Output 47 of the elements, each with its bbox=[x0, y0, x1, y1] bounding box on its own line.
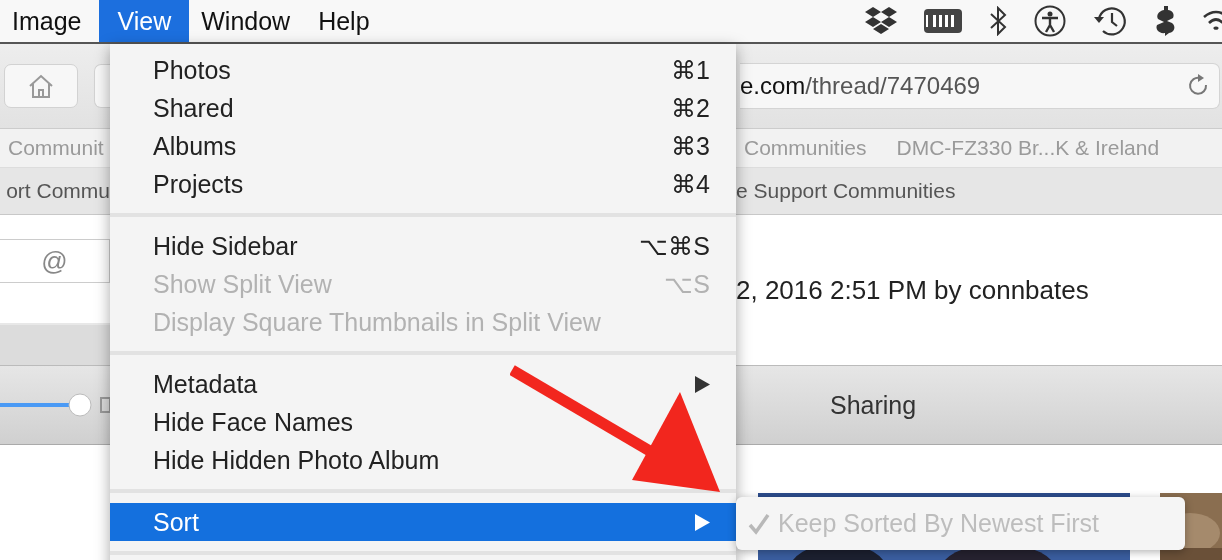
submenu-arrow-icon bbox=[695, 513, 710, 531]
shortcut-text: ⌘2 bbox=[671, 93, 710, 123]
menu-item-label: Photos bbox=[153, 55, 232, 85]
battery-icon[interactable] bbox=[924, 9, 962, 33]
address-field[interactable]: e.com/thread/7470469 bbox=[740, 63, 1220, 109]
submenu-arrow-icon bbox=[695, 375, 710, 393]
menu-item[interactable]: Sort bbox=[110, 503, 736, 541]
shortcut-text: ⌥⌘S bbox=[639, 231, 710, 261]
menu-item[interactable]: Albums ⌘3 bbox=[110, 127, 736, 165]
shortcut-text: ⌘1 bbox=[671, 55, 710, 85]
menu-item[interactable]: Hide Sidebar ⌥⌘S bbox=[110, 227, 736, 265]
diamond-boxes-icon[interactable] bbox=[864, 6, 898, 36]
menu-title[interactable]: View bbox=[99, 0, 190, 42]
menu-title[interactable]: Image bbox=[0, 0, 100, 42]
menu-item-label: Metadata bbox=[153, 369, 259, 399]
menu-item-label: Display Square Thumbnails in Split View bbox=[153, 307, 602, 337]
section-tab[interactable]: Sharing bbox=[830, 390, 917, 420]
bluetooth-icon[interactable] bbox=[988, 6, 1008, 36]
browser-tab[interactable]: e Support Communities bbox=[736, 179, 956, 203]
menu-item-label: Albums bbox=[153, 131, 238, 161]
menu-item-label: Hide Sidebar bbox=[153, 231, 299, 261]
post-date-text: 2, 2016 2:51 PM by connbates bbox=[736, 274, 1089, 306]
shortcut-text: ⌥S bbox=[664, 269, 710, 299]
menu-item[interactable]: Metadata bbox=[110, 365, 736, 403]
home-button[interactable] bbox=[4, 64, 78, 108]
menu-item[interactable]: Shared ⌘2 bbox=[110, 89, 736, 127]
shortcut-text: ⌘4 bbox=[671, 169, 710, 199]
url-text: e.com/thread/7470469 bbox=[740, 72, 981, 100]
menu-item-label: Hide Hidden Photo Album bbox=[153, 445, 441, 475]
menu-item[interactable]: Projects ⌘4 bbox=[110, 165, 736, 203]
menu-item-label: Show Split View bbox=[153, 269, 333, 299]
input-field[interactable]: @ bbox=[0, 239, 110, 283]
clock-arrow-icon[interactable] bbox=[1092, 5, 1128, 37]
shortcut-text: ⌘3 bbox=[671, 131, 710, 161]
menu-item[interactable]: Hide Hidden Photo Album bbox=[110, 441, 736, 479]
menu-item-label: Hide Face Names bbox=[153, 407, 355, 437]
slider-drawing[interactable] bbox=[0, 390, 110, 420]
menu-item[interactable]: Hide Face Names bbox=[110, 403, 736, 441]
menu-item-label: Shared bbox=[153, 93, 235, 123]
menu-item-label: Projects bbox=[153, 169, 245, 199]
home-icon bbox=[28, 73, 54, 99]
person-circle-icon[interactable] bbox=[1034, 5, 1066, 37]
menu-item[interactable]: Photos ⌘1 bbox=[110, 51, 736, 89]
browser-tab[interactable]: ort Commu bbox=[6, 179, 110, 203]
menu-title[interactable]: Window bbox=[189, 0, 307, 42]
menu-title[interactable]: Help bbox=[306, 0, 386, 42]
menu-item-label: Sort bbox=[153, 507, 200, 537]
